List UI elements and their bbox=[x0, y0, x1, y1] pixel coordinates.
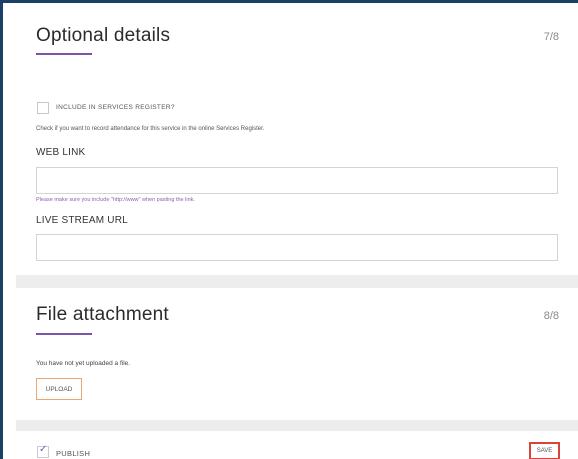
file-attachment-section: File attachment 8/8 You have not yet upl… bbox=[16, 288, 578, 420]
services-register-help: Check if you want to record attendance f… bbox=[36, 126, 265, 132]
section-title-optional-details: Optional details bbox=[36, 25, 171, 46]
upload-status-text: You have not yet uploaded a file. bbox=[36, 360, 131, 367]
upload-button[interactable]: UPLOAD bbox=[36, 378, 82, 400]
web-link-hint: Please make sure you include "http://www… bbox=[36, 197, 195, 203]
publish-label: PUBLISH bbox=[56, 449, 91, 458]
live-stream-url-label: LIVE STREAM URL bbox=[36, 215, 128, 226]
save-button[interactable]: SAVE bbox=[529, 442, 560, 459]
step-indicator: 8/8 bbox=[543, 310, 559, 322]
optional-details-section: Optional details 7/8 INCLUDE IN SERVICES… bbox=[16, 3, 578, 275]
web-link-label: WEB LINK bbox=[36, 147, 86, 158]
title-underline bbox=[36, 53, 92, 55]
services-register-checkbox[interactable] bbox=[37, 102, 49, 114]
web-link-input[interactable] bbox=[36, 167, 558, 194]
title-underline bbox=[36, 333, 92, 335]
checkmark-icon: ✓ bbox=[39, 444, 48, 455]
section-divider bbox=[16, 420, 578, 431]
section-divider bbox=[16, 275, 578, 288]
step-indicator: 7/8 bbox=[543, 31, 559, 43]
section-title-file-attachment: File attachment bbox=[36, 304, 169, 325]
live-stream-url-input[interactable] bbox=[36, 234, 558, 261]
publish-footer: ✓ PUBLISH SAVE bbox=[16, 431, 578, 459]
publish-checkbox[interactable]: ✓ bbox=[37, 444, 49, 458]
services-register-label: INCLUDE IN SERVICES REGISTER? bbox=[56, 104, 175, 111]
form-frame: Optional details 7/8 INCLUDE IN SERVICES… bbox=[0, 0, 578, 459]
